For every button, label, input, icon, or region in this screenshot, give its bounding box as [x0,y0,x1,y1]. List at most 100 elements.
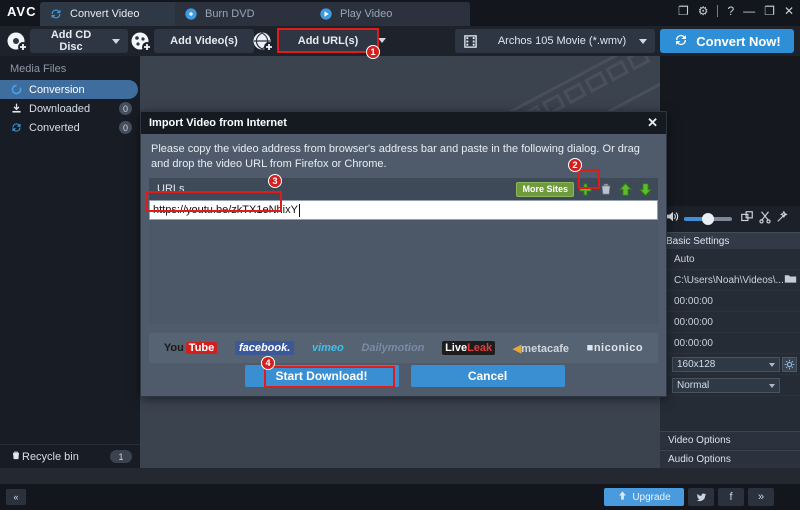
app-logo: AVC [7,4,37,19]
right-panel: Basic Settings Auto C:\Users\Noah\Videos… [660,56,800,468]
crop-icon[interactable] [740,210,754,229]
delete-trash-icon[interactable] [597,181,614,198]
liveleak-live-text: Live [445,342,468,354]
setting-row-duration[interactable]: 00:00:00 [660,291,800,312]
convert-refresh-icon [673,32,689,51]
chevron-down-icon[interactable] [112,38,120,44]
add-cd-disc-icon[interactable] [6,30,28,52]
trash-icon [10,449,22,464]
youtube-tube-text: Tube [185,342,218,354]
setting-value: 160x128 [677,358,716,370]
url-input[interactable]: https://youtu.be/zkTX1eNhixY [149,200,658,220]
main-toolbar: Add CD Disc Add Video(s) Add URL(s) Arch… [0,26,800,56]
output-profile-select[interactable]: Archos 105 Movie (*.wmv) [455,29,655,53]
basic-settings-header[interactable]: Basic Settings [660,232,800,249]
convert-now-button[interactable]: Convert Now! [660,29,794,53]
audio-options-section[interactable]: Audio Options [660,450,800,468]
text-cursor [298,203,300,217]
upgrade-button[interactable]: Upgrade [604,488,684,506]
help-icon[interactable]: ? [727,4,734,18]
disc-icon [184,7,198,21]
left-sidebar: Media Files Conversion Downloaded 0 Conv… [0,56,140,468]
setting-row-quality[interactable]: Normal [660,375,800,396]
twitter-icon[interactable] [688,488,714,506]
tab-label: Burn DVD [205,8,255,20]
sidebar-item-label: Conversion [29,83,85,96]
effects-wand-icon[interactable] [776,210,790,229]
video-options-section[interactable]: Video Options [660,431,800,449]
sidebar-item-label: Downloaded [29,102,91,115]
close-icon[interactable]: ✕ [784,4,794,18]
recycle-bin[interactable]: Recycle bin 1 [0,444,140,468]
film-icon [455,34,485,49]
setting-row-resolution[interactable]: 160x128 [660,354,800,375]
recycle-bin-label: Recycle bin [22,450,79,463]
folder-browse-icon[interactable] [784,272,797,288]
dialog-title-bar: Import Video from Internet ✕ [141,112,666,134]
sidebar-item-downloaded[interactable]: Downloaded 0 [0,99,140,118]
setting-value: C:\Users\Noah\Videos\... [674,274,784,286]
url-list[interactable] [149,220,658,324]
profile-chevron-down-icon[interactable] [639,38,647,44]
trim-scissors-icon[interactable] [758,210,772,229]
resolution-select[interactable]: 160x128 [672,356,780,372]
sidebar-item-converted[interactable]: Converted 0 [0,118,140,137]
sidebar-item-conversion[interactable]: Conversion [0,80,138,99]
add-cd-disc-button[interactable]: Add CD Disc [30,29,128,53]
more-sites-button[interactable]: More Sites [516,181,574,197]
resolution-settings-gear-icon[interactable] [782,356,797,372]
facebook-logo: facebook. [234,341,295,355]
chevron-down-icon[interactable] [769,383,775,388]
maximize-icon[interactable]: ❐ [764,4,775,18]
sidebar-badge: 0 [119,102,132,115]
more-share-icon[interactable]: » [748,488,774,506]
add-videos-icon[interactable] [130,30,152,52]
move-up-icon[interactable] [617,181,634,198]
chevron-down-icon[interactable] [769,362,775,367]
control-divider [717,5,719,17]
add-urls-chevron-down-icon[interactable] [378,38,386,43]
supported-sites-logos: You Tube facebook. vimeo Dailymotion Live… [149,333,658,363]
tab-label: Play Video [340,8,393,20]
setting-row-auto[interactable]: Auto [660,249,800,270]
setting-value: 00:00:00 [674,295,713,307]
youtube-you-text: You [163,342,184,354]
application-window: AVC Convert Video Burn DVD Play Video ❐ … [0,0,800,510]
niconico-logo: ■niconico [587,342,643,354]
volume-icon[interactable] [665,209,680,229]
upgrade-label: Upgrade [632,491,671,503]
tab-play-video[interactable]: Play Video [310,2,470,26]
move-down-icon[interactable] [637,181,654,198]
url-input-value: https://youtu.be/zkTX1eNhixY [153,204,298,216]
add-urls-icon[interactable] [252,30,274,52]
niconico-mark-icon: ■ [586,342,594,354]
quality-select[interactable]: Normal [672,377,780,393]
urls-toolbar: URLs More Sites [149,178,658,200]
setting-row-start-time[interactable]: 00:00:00 [660,312,800,333]
minimize-icon[interactable]: — [743,4,755,18]
sidebar-title: Media Files [10,63,67,75]
niconico-text: niconico [593,342,644,354]
add-videos-label: Add Video(s) [170,35,238,47]
dialog-title: Import Video from Internet [149,117,287,129]
volume-knob[interactable] [702,213,714,225]
video-preview[interactable] [660,56,800,206]
collapse-sidebar-button[interactable]: « [6,489,26,505]
settings-gear-icon[interactable]: ⚙ [698,4,709,18]
add-videos-button[interactable]: Add Video(s) [154,29,254,53]
setting-row-output-path[interactable]: C:\Users\Noah\Videos\... [660,270,800,291]
tab-label: Convert Video [70,8,140,20]
metacafe-text: metacafe [521,342,569,355]
add-urls-button[interactable]: Add URL(s) [278,29,378,53]
facebook-icon[interactable]: f [718,488,744,506]
setting-row-end-time[interactable]: 00:00:00 [660,333,800,354]
liveleak-leak-text: Leak [467,342,493,354]
cancel-button[interactable]: Cancel [410,365,565,387]
screenshot-icon[interactable]: ❐ [678,4,689,18]
volume-slider[interactable] [684,213,732,225]
dialog-close-icon[interactable]: ✕ [647,115,658,131]
sidebar-item-label: Converted [29,121,80,134]
add-url-plus-icon[interactable] [577,181,594,198]
metacafe-logo: ◀metacafe [513,342,569,355]
setting-value: 00:00:00 [674,337,713,349]
